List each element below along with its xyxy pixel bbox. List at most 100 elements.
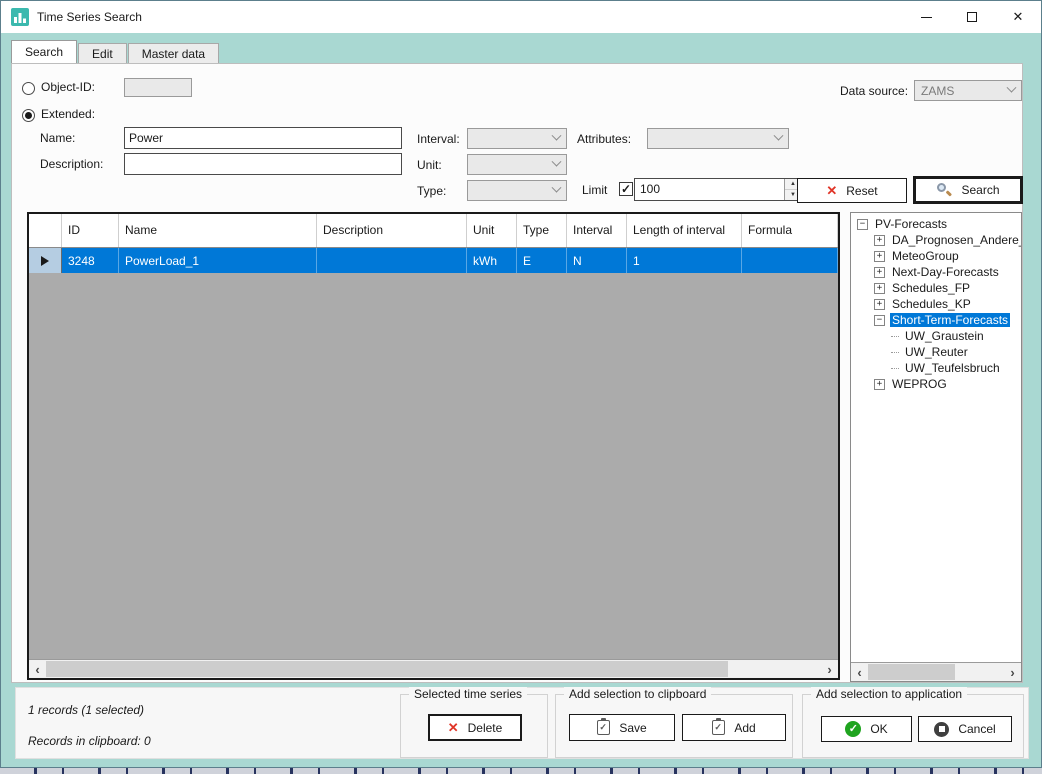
tree-item-label[interactable]: WEPROG (890, 377, 949, 391)
grid-header-length-of-interval[interactable]: Length of interval (627, 214, 742, 247)
grid-header-description[interactable]: Description (317, 214, 467, 247)
grid-cell-description[interactable] (317, 248, 467, 273)
tree-item-uw-graustein[interactable]: UW_Graustein (851, 328, 1021, 344)
minimize-button[interactable] (903, 1, 949, 33)
reset-label: Reset (846, 184, 877, 198)
tree-scroll-track[interactable] (868, 663, 1004, 681)
maximize-button[interactable] (949, 1, 995, 33)
grid-header-id[interactable]: ID (62, 214, 119, 247)
tree-item-label[interactable]: Short-Term-Forecasts (890, 313, 1010, 327)
attributes-combo[interactable] (647, 128, 789, 149)
add-button[interactable]: Add (682, 714, 786, 741)
interval-label: Interval: (417, 132, 460, 146)
save-label: Save (619, 721, 646, 735)
tab-edit[interactable]: Edit (78, 43, 127, 63)
attributes-label: Attributes: (577, 132, 631, 146)
tree-item-label[interactable]: UW_Teufelsbruch (903, 361, 1002, 375)
scroll-right-icon[interactable]: › (821, 661, 838, 678)
tree-item-weprog[interactable]: + WEPROG (851, 376, 1021, 392)
expand-icon[interactable]: + (874, 379, 885, 390)
grid-cell-formula[interactable] (742, 248, 838, 273)
grid-cell-name[interactable]: PowerLoad_1 (119, 248, 317, 273)
expand-icon[interactable]: + (874, 267, 885, 278)
type-label: Type: (417, 184, 446, 198)
limit-checkbox[interactable]: ✓ (619, 182, 633, 196)
search-tab-page: Object-ID: Extended: Name: Description: … (11, 63, 1023, 683)
close-button[interactable]: ✕ (995, 1, 1041, 33)
magnifier-icon (936, 182, 952, 198)
tree-item-label[interactable]: Schedules_KP (890, 297, 973, 311)
collapse-icon[interactable]: − (874, 315, 885, 326)
grid-scroll-track[interactable] (46, 660, 821, 678)
unit-combo[interactable] (467, 154, 567, 175)
grid-hscrollbar[interactable]: ‹ › (29, 659, 838, 678)
tab-search[interactable]: Search (11, 40, 77, 63)
tree-item-label[interactable]: PV-Forecasts (873, 217, 949, 231)
tree-item-meteogroup[interactable]: + MeteoGroup (851, 248, 1021, 264)
selected-time-series-caption: Selected time series (409, 687, 527, 701)
grid-cell-unit[interactable]: kWh (467, 248, 517, 273)
tree-item-label[interactable]: DA_Prognosen_Andere_ (890, 233, 1021, 247)
expand-icon[interactable]: + (874, 251, 885, 262)
collapse-icon[interactable]: − (857, 219, 868, 230)
ok-button[interactable]: ✓ OK (821, 716, 912, 742)
tree-item-pv-forecasts[interactable]: −PV-Forecasts (851, 216, 1021, 232)
grid-header-unit[interactable]: Unit (467, 214, 517, 247)
tree-item-next-day-forecasts[interactable]: + Next-Day-Forecasts (851, 264, 1021, 280)
grid-scroll-thumb[interactable] (46, 661, 728, 677)
interval-combo[interactable] (467, 128, 567, 149)
description-input[interactable] (124, 153, 402, 175)
grid-header-type[interactable]: Type (517, 214, 567, 247)
grid-cell-interval[interactable]: N (567, 248, 627, 273)
tree-item-label[interactable]: UW_Reuter (903, 345, 970, 359)
grid-row[interactable]: 3248PowerLoad_1 kWhEN1 (29, 248, 838, 273)
tree-item-schedules-kp[interactable]: + Schedules_KP (851, 296, 1021, 312)
add-to-application-group: Add selection to application ✓ OK Cancel (802, 694, 1024, 758)
grid-cell-type[interactable]: E (517, 248, 567, 273)
expand-icon[interactable]: + (874, 299, 885, 310)
delete-button[interactable]: ✕ Delete (428, 714, 522, 741)
cancel-button[interactable]: Cancel (918, 716, 1012, 742)
grid-header-formula[interactable]: Formula (742, 214, 838, 247)
search-label: Search (961, 183, 999, 197)
tree-connector (891, 368, 899, 369)
tree-item-uw-teufelsbruch[interactable]: UW_Teufelsbruch (851, 360, 1021, 376)
limit-spinbox[interactable]: 100 ▲▼ (634, 178, 802, 201)
tree-item-label[interactable]: MeteoGroup (890, 249, 961, 263)
type-combo[interactable] (467, 180, 567, 201)
time-series-search-window: Time Series Search ✕ Search Edit Master … (0, 0, 1042, 768)
tree-item-short-term-forecasts[interactable]: −Short-Term-Forecasts (851, 312, 1021, 328)
tab-master-data[interactable]: Master data (128, 43, 219, 63)
scroll-right-icon[interactable]: › (1004, 664, 1021, 681)
grid-header-marker[interactable] (29, 214, 62, 247)
tree-item-label[interactable]: Next-Day-Forecasts (890, 265, 1001, 279)
unit-label: Unit: (417, 158, 442, 172)
scroll-left-icon[interactable]: ‹ (29, 661, 46, 678)
tree-item-label[interactable]: UW_Graustein (903, 329, 986, 343)
save-button[interactable]: Save (569, 714, 675, 741)
grid-header-interval[interactable]: Interval (567, 214, 627, 247)
chevron-down-icon (552, 131, 562, 141)
row-marker-triangle-icon (29, 248, 62, 273)
reset-x-icon: ✕ (826, 184, 837, 197)
expand-icon[interactable]: + (874, 235, 885, 246)
scroll-left-icon[interactable]: ‹ (851, 664, 868, 681)
search-button[interactable]: Search (913, 176, 1023, 204)
chevron-down-icon (552, 183, 562, 193)
object-id-input[interactable] (124, 78, 192, 97)
tree-scroll-thumb[interactable] (868, 664, 955, 680)
reset-button[interactable]: ✕ Reset (797, 178, 907, 203)
tree-hscrollbar[interactable]: ‹ › (851, 662, 1021, 681)
grid-cell-id[interactable]: 3248 (62, 248, 119, 273)
tree-item-schedules-fp[interactable]: + Schedules_FP (851, 280, 1021, 296)
data-source-combo[interactable]: ZAMS (914, 80, 1022, 101)
tree-item-da-prognosen-andere-[interactable]: + DA_Prognosen_Andere_ (851, 232, 1021, 248)
tree-item-uw-reuter[interactable]: UW_Reuter (851, 344, 1021, 360)
object-id-radio[interactable] (22, 82, 35, 95)
extended-radio[interactable] (22, 109, 35, 122)
grid-header-name[interactable]: Name (119, 214, 317, 247)
name-input[interactable] (124, 127, 402, 149)
grid-cell-length-of-interval[interactable]: 1 (627, 248, 742, 273)
expand-icon[interactable]: + (874, 283, 885, 294)
tree-item-label[interactable]: Schedules_FP (890, 281, 972, 295)
